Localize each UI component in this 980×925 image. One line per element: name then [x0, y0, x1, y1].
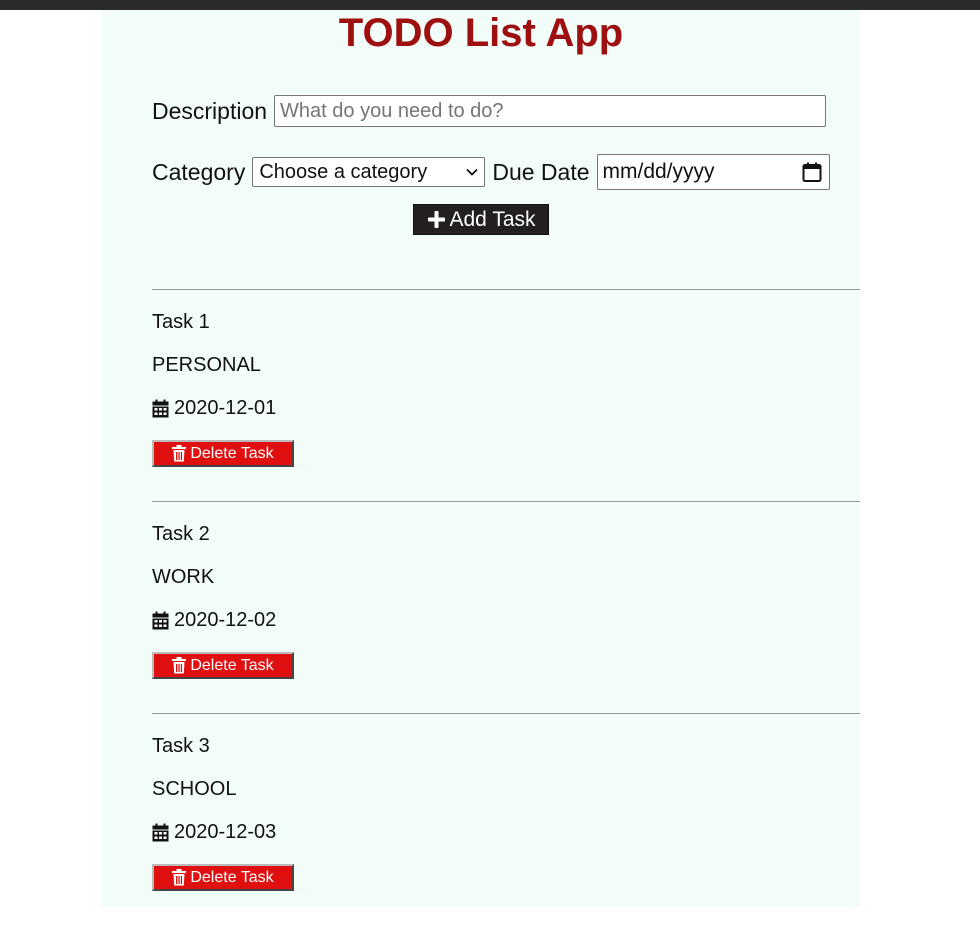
task-category: PERSONAL: [152, 354, 261, 376]
task-category: SCHOOL: [152, 778, 237, 800]
task-item: Task 1 PERSONAL 2020-12-01 Delete Task: [152, 289, 860, 501]
task-name: Task 2: [152, 523, 210, 545]
description-label: Description: [152, 97, 268, 124]
task-due-date: 2020-12-03: [152, 820, 276, 844]
page-title: TODO List App: [338, 11, 624, 55]
delete-task-button[interactable]: Delete Task: [152, 440, 294, 467]
delete-task-button[interactable]: Delete Task: [152, 864, 294, 891]
plus-icon: [427, 211, 445, 228]
calendar-icon: [152, 399, 169, 417]
task-item: Task 2 WORK 2020-12-02 Delete Task: [152, 501, 860, 713]
task-due-date: 2020-12-02: [152, 608, 276, 632]
delete-task-label: Delete Task: [190, 444, 274, 462]
task-name: Task 3: [152, 735, 210, 757]
task-divider: [152, 501, 860, 502]
category-label: Category: [152, 158, 246, 185]
description-input[interactable]: [274, 95, 827, 127]
due-date-label: Due Date: [492, 158, 590, 185]
trash-icon: [172, 869, 187, 886]
trash-icon: [172, 445, 187, 462]
trash-icon: [172, 657, 187, 674]
category-selected-value: Choose a category: [259, 160, 428, 183]
add-task-label: Add Task: [449, 207, 536, 231]
calendar-icon: [152, 611, 169, 629]
task-divider: [152, 289, 860, 290]
task-category: WORK: [152, 566, 215, 588]
calendar-icon: [152, 823, 169, 841]
task-due-date-value: 2020-12-03: [174, 821, 277, 843]
browser-top-bar: [0, 0, 980, 10]
chevron-down-icon: [466, 168, 478, 176]
task-name: Task 1: [152, 311, 210, 333]
delete-task-button[interactable]: Delete Task: [152, 652, 294, 679]
calendar-picker-icon[interactable]: [801, 161, 823, 183]
task-due-date: 2020-12-01: [152, 396, 276, 420]
task-item: Task 3 SCHOOL 2020-12-03 Delete Task: [152, 713, 860, 925]
task-divider: [152, 713, 860, 714]
add-task-button[interactable]: Add Task: [413, 204, 549, 235]
due-date-input[interactable]: mm/dd/yyyy: [596, 154, 830, 190]
description-row: Description: [152, 95, 827, 127]
category-select[interactable]: Choose a category: [252, 157, 486, 187]
task-due-date-value: 2020-12-02: [174, 609, 277, 631]
delete-task-label: Delete Task: [190, 656, 274, 674]
delete-task-label: Delete Task: [190, 868, 274, 886]
task-due-date-value: 2020-12-01: [174, 397, 277, 419]
app-container: TODO List App Description Category Choos…: [102, 10, 860, 907]
category-date-row: Category Choose a category Due Date mm/d…: [152, 154, 830, 190]
due-date-value: mm/dd/yyyy: [602, 160, 715, 183]
